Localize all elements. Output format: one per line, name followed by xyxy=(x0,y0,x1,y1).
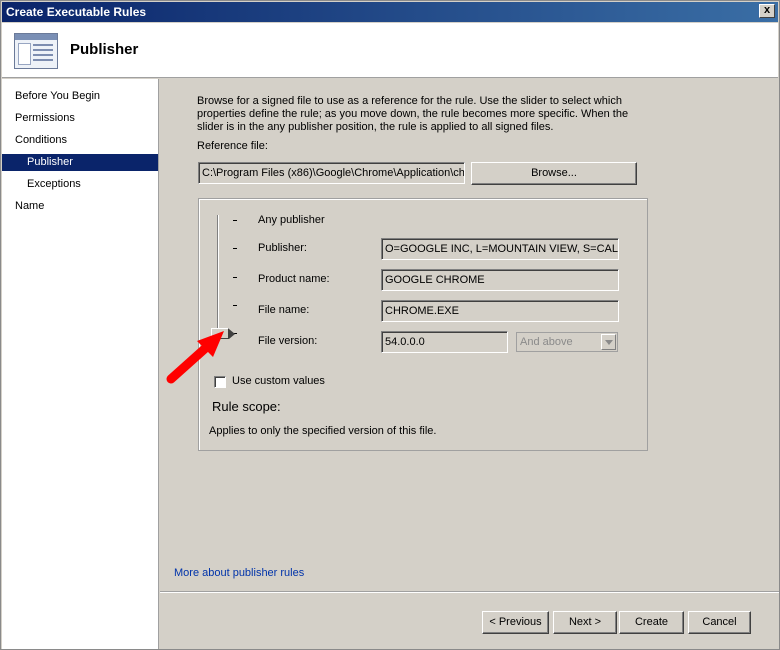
file-name-field[interactable]: CHROME.EXE xyxy=(381,300,619,322)
file-name-label: File name: xyxy=(258,304,310,316)
browse-button[interactable]: Browse... xyxy=(471,162,637,185)
more-about-publisher-rules-link[interactable]: More about publisher rules xyxy=(174,567,304,579)
wizard-nav: Before You Begin Permissions Conditions … xyxy=(2,79,159,649)
rule-scope-text: Applies to only the specified version of… xyxy=(209,425,437,437)
specificity-slider-track[interactable] xyxy=(217,215,219,335)
nav-item-name[interactable]: Name xyxy=(2,198,158,215)
nav-item-exceptions[interactable]: Exceptions xyxy=(2,176,158,193)
previous-button[interactable]: < Previous xyxy=(482,611,549,634)
chevron-down-icon[interactable] xyxy=(601,334,616,350)
close-button[interactable]: x xyxy=(759,4,775,18)
product-name-field[interactable]: GOOGLE CHROME xyxy=(381,269,619,291)
title-bar: Create Executable Rules x xyxy=(2,2,778,22)
nav-item-permissions[interactable]: Permissions xyxy=(2,110,158,127)
slider-tick xyxy=(233,277,237,278)
reference-file-label: Reference file: xyxy=(197,140,268,152)
nav-item-before-you-begin[interactable]: Before You Begin xyxy=(2,88,158,105)
description-line: slider is in the any publisher position,… xyxy=(197,121,554,133)
create-button[interactable]: Create xyxy=(619,611,684,634)
header-banner: Publisher xyxy=(2,23,778,78)
rule-properties-group: Any publisher Publisher: O=GOOGLE INC, L… xyxy=(198,198,648,451)
slider-tick xyxy=(233,248,237,249)
nav-item-conditions[interactable]: Conditions xyxy=(2,132,158,149)
product-name-label: Product name: xyxy=(258,273,330,285)
slider-tick xyxy=(233,220,237,221)
footer-separator xyxy=(160,591,779,593)
cancel-button[interactable]: Cancel xyxy=(688,611,751,634)
page-title: Publisher xyxy=(70,41,139,58)
rule-scope-label: Rule scope: xyxy=(212,399,281,414)
version-scope-dropdown[interactable]: And above xyxy=(516,332,618,352)
next-button[interactable]: Next > xyxy=(553,611,617,634)
content-pane: Browse for a signed file to use as a ref… xyxy=(160,79,779,649)
description-line: Browse for a signed file to use as a ref… xyxy=(197,95,622,107)
window-title: Create Executable Rules xyxy=(6,5,147,19)
window-list-icon xyxy=(14,33,58,69)
publisher-label: Publisher: xyxy=(258,242,307,254)
version-scope-value: And above xyxy=(520,336,573,348)
nav-item-publisher[interactable]: Publisher xyxy=(2,154,158,171)
slider-tick xyxy=(233,305,237,306)
description-line: properties define the rule; as you move … xyxy=(197,108,629,120)
create-executable-rules-dialog: Create Executable Rules x Publisher Befo… xyxy=(0,0,780,650)
file-version-field[interactable]: 54.0.0.0 xyxy=(381,331,508,353)
red-arrow-annotation-icon xyxy=(166,331,224,384)
file-version-label: File version: xyxy=(258,335,318,347)
reference-file-field[interactable]: C:\Program Files (x86)\Google\Chrome\App… xyxy=(198,162,465,184)
publisher-field[interactable]: O=GOOGLE INC, L=MOUNTAIN VIEW, S=CALIF xyxy=(381,238,619,260)
use-custom-values-label[interactable]: Use custom values xyxy=(232,375,325,387)
any-publisher-label: Any publisher xyxy=(258,214,325,226)
description: Browse for a signed file to use as a ref… xyxy=(197,95,637,134)
